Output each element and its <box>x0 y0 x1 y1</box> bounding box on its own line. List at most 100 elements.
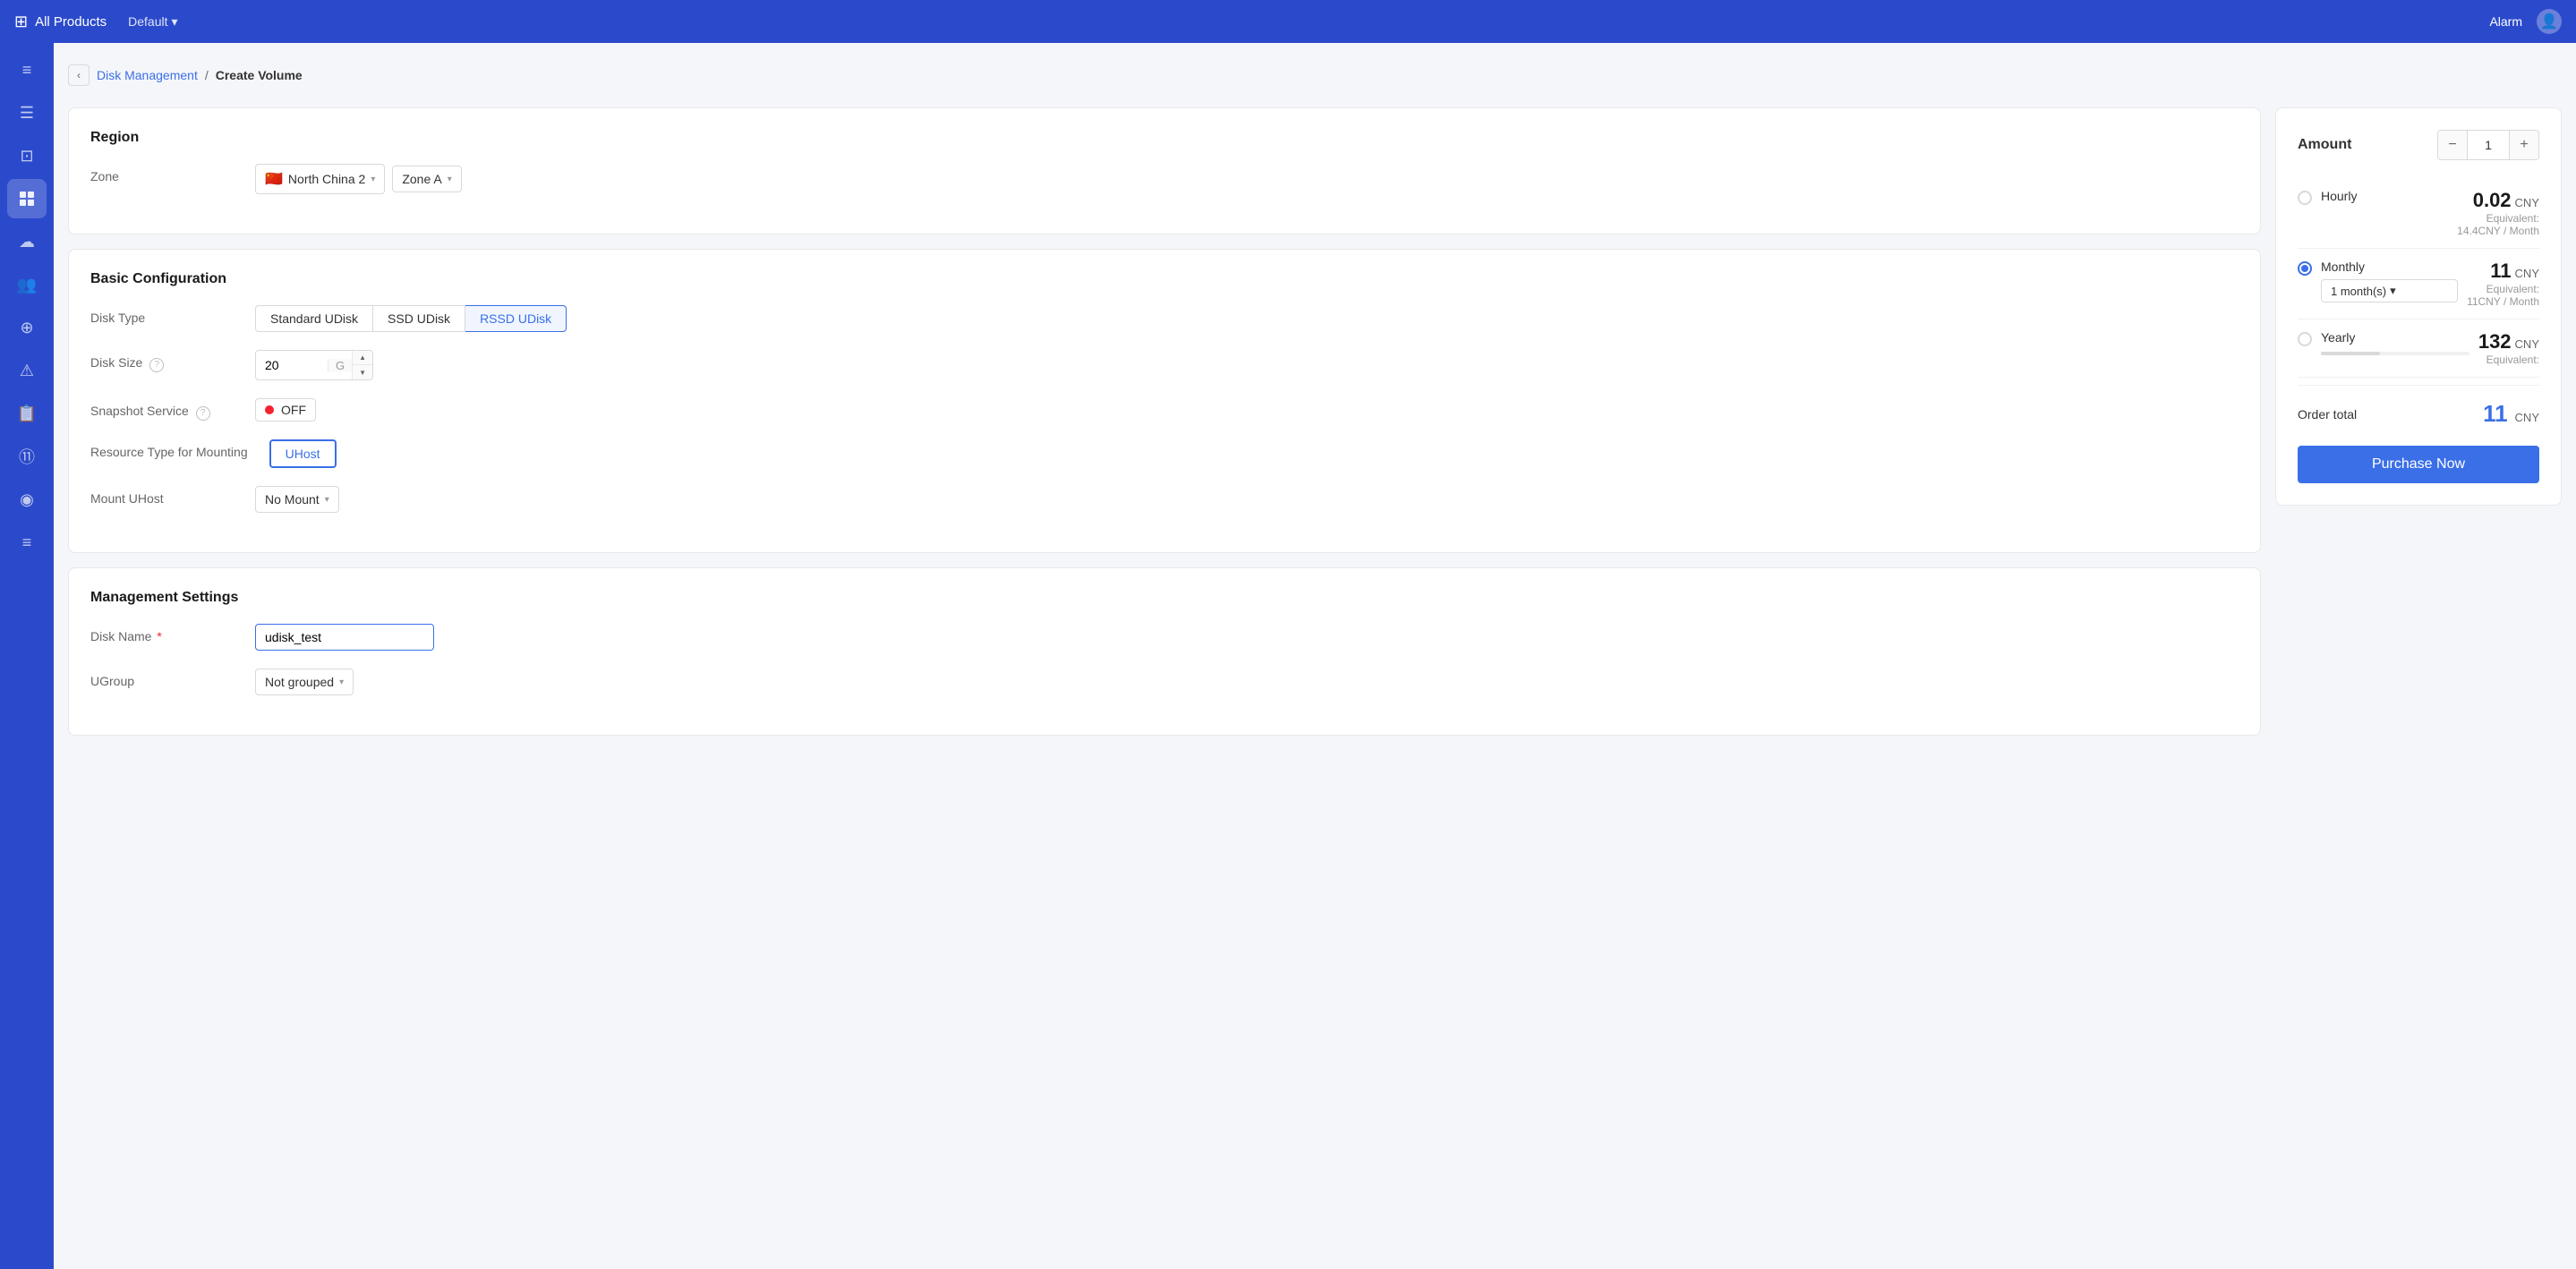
mount-value: No Mount <box>265 492 320 507</box>
yearly-info: Yearly <box>2321 330 2469 355</box>
disk-type-label: Disk Type <box>90 305 234 325</box>
disk-size-spinners: ▲ ▼ <box>352 351 372 379</box>
sidebar-item-stack[interactable]: ≡ <box>7 523 47 562</box>
zone-a-selector[interactable]: Zone A ▾ <box>392 166 461 192</box>
zone-selector[interactable]: 🇨🇳 North China 2 ▾ <box>255 164 385 194</box>
sidebar-item-list[interactable]: ☰ <box>7 93 47 132</box>
back-button[interactable]: ‹ <box>68 64 90 86</box>
yearly-radio[interactable] <box>2298 332 2312 346</box>
zone-value: North China 2 <box>288 172 365 186</box>
disk-size-field[interactable]: 20 <box>256 353 328 378</box>
monthly-label: Monthly <box>2321 260 2365 274</box>
mount-selector[interactable]: No Mount ▾ <box>255 486 339 513</box>
monthly-info: Monthly 1 month(s) ▾ <box>2321 260 2458 302</box>
required-indicator: * <box>157 629 161 643</box>
hourly-equivalent: Equivalent: <box>2457 212 2539 225</box>
amount-controls: − 1 + <box>2437 130 2539 160</box>
disk-name-row: Disk Name * <box>90 624 2239 651</box>
monthly-equivalent: Equivalent: <box>2467 283 2539 295</box>
sidebar-item-network[interactable]: ⊕ <box>7 308 47 347</box>
ugroup-control: Not grouped ▾ <box>255 669 2239 695</box>
china-flag-icon: 🇨🇳 <box>265 170 283 188</box>
content-main: Region Zone 🇨🇳 North China 2 ▾ Zone A ▾ <box>68 107 2261 736</box>
top-nav-right: Alarm 👤 <box>2489 9 2562 34</box>
disk-size-increment[interactable]: ▲ <box>353 351 372 365</box>
order-total-unit: CNY <box>2515 411 2539 424</box>
ugroup-selector[interactable]: Not grouped ▾ <box>255 669 354 695</box>
sidebar-item-dashboard[interactable]: ⊡ <box>7 136 47 175</box>
sidebar-item-cloud[interactable]: ☁ <box>7 222 47 261</box>
avatar[interactable]: 👤 <box>2537 9 2562 34</box>
chevron-down-icon: ▾ <box>448 175 452 184</box>
hourly-radio[interactable] <box>2298 191 2312 205</box>
purchase-now-button[interactable]: Purchase Now <box>2298 446 2539 483</box>
toggle-dot-icon <box>265 405 274 414</box>
hourly-label: Hourly <box>2321 189 2357 203</box>
mount-label: Mount UHost <box>90 486 234 506</box>
sidebar-item-storage[interactable] <box>7 179 47 218</box>
billing-monthly: Monthly 1 month(s) ▾ 11 CNY Equivalent: … <box>2298 249 2539 319</box>
hourly-info: Hourly <box>2321 189 2448 203</box>
zone-a-value: Zone A <box>402 172 441 186</box>
chevron-down-icon: ▾ <box>172 14 178 30</box>
snapshot-label: Snapshot Service ? <box>90 398 234 421</box>
snapshot-info-icon[interactable]: ? <box>196 406 210 421</box>
right-panel: Amount − 1 + Hourly 0.02 CNY <box>2275 107 2562 506</box>
disk-size-decrement[interactable]: ▼ <box>353 365 372 379</box>
region-title: Region <box>90 130 2239 146</box>
sidebar-item-monitor[interactable]: ◉ <box>7 480 47 519</box>
toggle-label: OFF <box>281 403 306 417</box>
sidebar-item-alerts[interactable]: ⚠ <box>7 351 47 390</box>
ugroup-label: UGroup <box>90 669 234 688</box>
alarm-link[interactable]: Alarm <box>2489 14 2522 29</box>
disk-name-label: Disk Name * <box>90 624 234 643</box>
amount-increment-button[interactable]: + <box>2510 131 2538 159</box>
sidebar-item-docs[interactable]: 📋 <box>7 394 47 433</box>
chevron-down-icon: ▾ <box>325 495 329 505</box>
basic-config-card: Basic Configuration Disk Type Standard U… <box>68 249 2261 553</box>
monthly-unit: CNY <box>2515 267 2539 280</box>
chevron-down-icon: ▾ <box>2390 284 2396 298</box>
monthly-radio[interactable] <box>2298 261 2312 276</box>
month-selector[interactable]: 1 month(s) ▾ <box>2321 279 2458 302</box>
yearly-equivalent: Equivalent: <box>2478 353 2539 366</box>
yearly-progress-fill <box>2321 352 2380 355</box>
workspace-selector[interactable]: Default ▾ <box>128 14 177 30</box>
monthly-equivalent-detail: 11CNY / Month <box>2467 295 2539 308</box>
logo-icon: ⊞ <box>14 13 28 31</box>
breadcrumb: ‹ Disk Management / Create Volume <box>68 57 2562 93</box>
monthly-pricing: 11 CNY Equivalent: 11CNY / Month <box>2467 260 2539 308</box>
rssd-udisk-button[interactable]: RSSD UDisk <box>465 305 567 332</box>
ugroup-row: UGroup Not grouped ▾ <box>90 669 2239 695</box>
disk-size-row: Disk Size ? 20 G ▲ ▼ <box>90 350 2239 380</box>
hourly-unit: CNY <box>2515 196 2539 209</box>
management-settings-title: Management Settings <box>90 590 2239 606</box>
sidebar-item-number[interactable]: ⑪ <box>7 437 47 476</box>
sidebar: ≡ ☰ ⊡ ☁ 👥 ⊕ ⚠ 📋 ⑪ ◉ ≡ <box>0 43 54 1269</box>
disk-type-group: Standard UDisk SSD UDisk RSSD UDisk <box>255 305 567 332</box>
disk-size-info-icon[interactable]: ? <box>149 358 164 372</box>
sidebar-item-menu[interactable]: ≡ <box>7 50 47 89</box>
disk-size-unit: G <box>328 359 352 372</box>
ssd-udisk-button[interactable]: SSD UDisk <box>373 305 465 332</box>
order-total-amount: 11 CNY <box>2483 400 2539 428</box>
amount-decrement-button[interactable]: − <box>2438 131 2467 159</box>
hourly-equivalent-detail: 14.4CNY / Month <box>2457 225 2539 237</box>
uhost-resource-button[interactable]: UHost <box>269 439 337 468</box>
snapshot-toggle[interactable]: OFF <box>255 398 316 422</box>
breadcrumb-separator: / <box>205 68 209 82</box>
disk-name-input[interactable] <box>255 624 434 651</box>
breadcrumb-link[interactable]: Disk Management <box>97 68 198 82</box>
main-content: ‹ Disk Management / Create Volume Region… <box>54 43 2576 1269</box>
zone-controls: 🇨🇳 North China 2 ▾ Zone A ▾ <box>255 164 2239 194</box>
all-products-link[interactable]: All Products <box>35 14 107 30</box>
sidebar-item-users[interactable]: 👥 <box>7 265 47 304</box>
monthly-price: 11 <box>2490 260 2511 283</box>
chevron-down-icon: ▾ <box>339 677 344 687</box>
disk-size-control: 20 G ▲ ▼ <box>255 350 2239 380</box>
order-total-value: 11 <box>2483 400 2508 427</box>
billing-yearly: Yearly 132 CNY Equivalent: <box>2298 319 2539 378</box>
standard-udisk-button[interactable]: Standard UDisk <box>255 305 373 332</box>
mount-row: Mount UHost No Mount ▾ <box>90 486 2239 513</box>
disk-type-row: Disk Type Standard UDisk SSD UDisk RSSD … <box>90 305 2239 332</box>
